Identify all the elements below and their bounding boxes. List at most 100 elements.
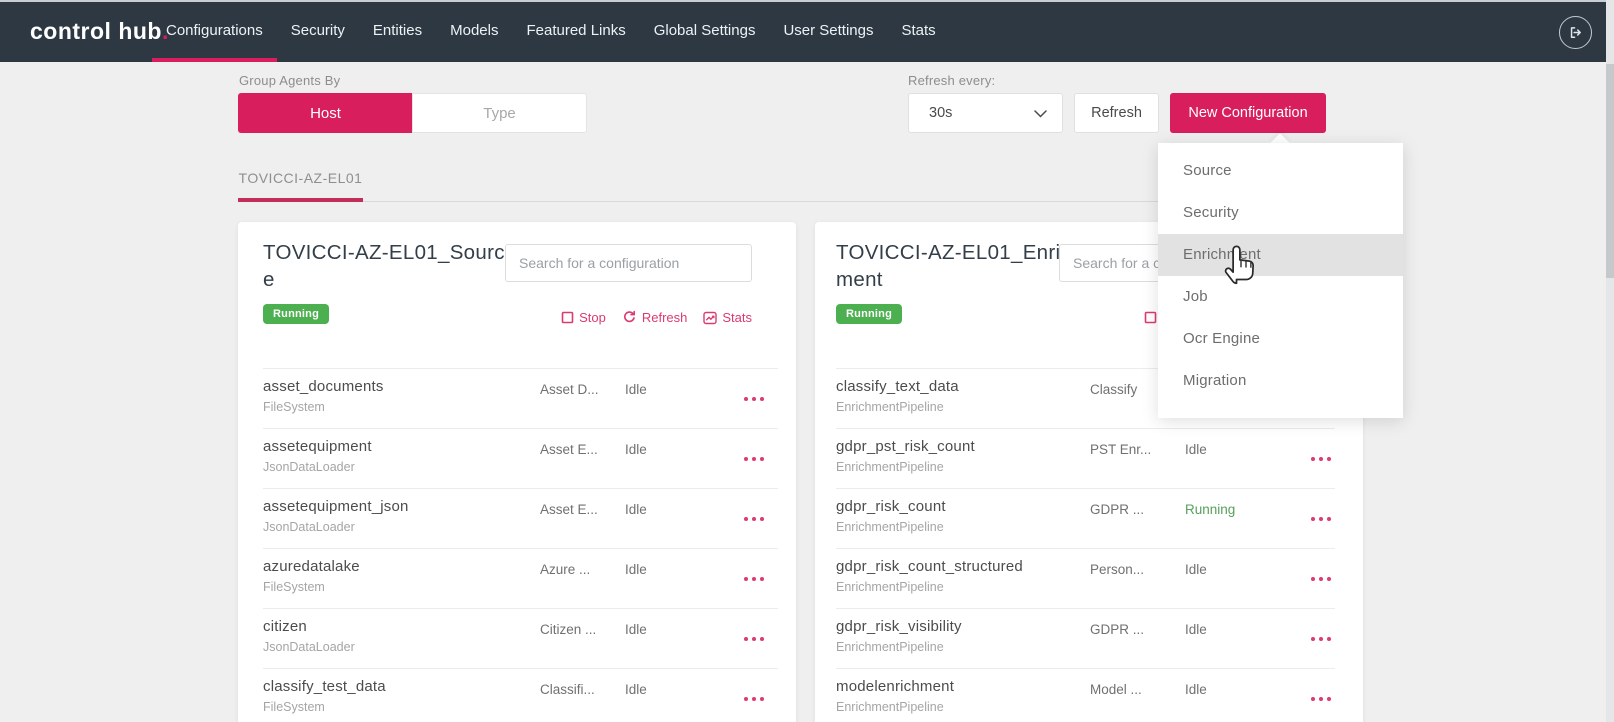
configuration-loader: EnrichmentPipeline [836,580,944,594]
menu-item[interactable]: Job [1158,276,1403,318]
configuration-row: assetequipment_json JsonDataLoader Asset… [263,488,778,548]
nav-item[interactable]: Stats [888,0,950,62]
group-agents-by-label: Group Agents By [239,73,340,88]
browser-edge-strip [0,0,1614,2]
nav-item[interactable]: User Settings [769,0,887,62]
nav-item[interactable]: Security [277,0,359,62]
row-more-button[interactable] [740,573,768,585]
row-more-button[interactable] [1307,633,1335,645]
new-configuration-button[interactable]: New Configuration [1170,93,1326,133]
configuration-type: Asset D... [540,382,599,397]
configuration-loader: EnrichmentPipeline [836,460,944,474]
configuration-type: GDPR ... [1090,622,1144,637]
group-by-host-button[interactable]: Host [238,93,412,133]
configuration-name: assetequipment [263,438,372,455]
stats-chart-icon [703,311,717,325]
refresh-interval-select[interactable]: 30s [908,93,1063,133]
configuration-name: classify_text_data [836,378,959,395]
configuration-name: gdpr_risk_count_structured [836,558,1023,575]
configuration-status: Idle [625,502,647,517]
configuration-status: Idle [1185,562,1207,577]
configuration-loader: FileSystem [263,580,325,594]
menu-item[interactable]: Enrichment [1158,234,1403,276]
configuration-loader: JsonDataLoader [263,460,355,474]
logo-text: control hub [30,18,162,44]
configuration-row: gdpr_pst_risk_count EnrichmentPipeline P… [836,428,1335,488]
row-more-button[interactable] [740,693,768,705]
refresh-interval-value: 30s [929,94,952,132]
row-more-button[interactable] [740,453,768,465]
configuration-status: Idle [1185,682,1207,697]
scrollbar-track[interactable] [1606,0,1614,722]
configuration-status: Idle [1185,622,1207,637]
stop-action[interactable]: Stop [561,310,606,325]
configuration-status: Idle [625,622,647,637]
configuration-name: citizen [263,618,307,635]
scrollbar-thumb[interactable] [1606,64,1614,278]
row-more-button[interactable] [1307,513,1335,525]
card-title: TOVICCI-AZ-EL01_Enrichment [836,239,1088,293]
stats-action-label: Stats [722,310,752,325]
configuration-type: Citizen ... [540,622,596,637]
configuration-row: modelenrichment EnrichmentPipeline Model… [836,668,1335,722]
configuration-loader: EnrichmentPipeline [836,700,944,714]
refresh-every-label: Refresh every: [908,73,995,88]
menu-item[interactable]: Ocr Engine [1158,318,1403,360]
app-logo[interactable]: control hub. [30,0,169,62]
configuration-status: Running [1185,502,1235,517]
source-agent-card: TOVICCI-AZ-EL01_Source Running Stop Refr… [238,222,796,722]
nav-item[interactable]: Configurations [152,0,277,62]
group-by-toggle: Host Type [238,93,587,133]
main-nav: ConfigurationsSecurityEntitiesModelsFeat… [152,0,950,62]
stop-action-label: Stop [579,310,606,325]
configuration-row: classify_test_data FileSystem Classifi..… [263,668,778,722]
nav-item[interactable]: Models [436,0,512,62]
row-more-button[interactable] [740,513,768,525]
configuration-name: assetequipment_json [263,498,409,515]
stats-action[interactable]: Stats [703,310,752,325]
group-by-type-button[interactable]: Type [412,93,587,133]
refresh-button[interactable]: Refresh [1074,93,1159,133]
configuration-type: Classifi... [540,682,595,697]
configuration-name: modelenrichment [836,678,954,695]
configuration-name: gdpr_risk_count [836,498,946,515]
configuration-type: Model ... [1090,682,1142,697]
nav-item[interactable]: Global Settings [640,0,770,62]
configuration-list: asset_documents FileSystem Asset D... Id… [263,368,778,722]
card-actions: Stop Refresh Stats [561,310,752,325]
row-more-button[interactable] [1307,453,1335,465]
logout-button[interactable] [1559,16,1592,49]
refresh-action-label: Refresh [642,310,688,325]
menu-item[interactable]: Migration [1158,360,1403,402]
configuration-row: assetequipment JsonDataLoader Asset E...… [263,428,778,488]
row-more-button[interactable] [740,393,768,405]
configuration-loader: JsonDataLoader [263,640,355,654]
row-more-button[interactable] [740,633,768,645]
configuration-search-input[interactable] [505,244,752,282]
configuration-status: Idle [625,682,647,697]
configuration-loader: EnrichmentPipeline [836,640,944,654]
menu-item[interactable]: Security [1158,192,1403,234]
header: control hub. ConfigurationsSecurityEntit… [0,0,1614,62]
configuration-status: Idle [1185,442,1207,457]
card-title: TOVICCI-AZ-EL01_Source [263,239,515,293]
configuration-loader: FileSystem [263,700,325,714]
configuration-loader: FileSystem [263,400,325,414]
configuration-row: azuredatalake FileSystem Azure ... Idle [263,548,778,608]
configuration-list: classify_text_data EnrichmentPipeline Cl… [836,368,1335,722]
menu-item[interactable]: Source [1158,150,1403,192]
configuration-row: gdpr_risk_count EnrichmentPipeline GDPR … [836,488,1335,548]
refresh-action[interactable]: Refresh [622,310,688,325]
nav-item[interactable]: Featured Links [512,0,639,62]
configuration-name: classify_test_data [263,678,386,695]
refresh-arrow-icon [622,310,637,325]
configuration-row: gdpr_risk_visibility EnrichmentPipeline … [836,608,1335,668]
configuration-row: citizen JsonDataLoader Citizen ... Idle [263,608,778,668]
nav-item[interactable]: Entities [359,0,436,62]
configuration-type: Person... [1090,562,1144,577]
configuration-row: gdpr_risk_count_structured EnrichmentPip… [836,548,1335,608]
row-more-button[interactable] [1307,573,1335,585]
tab-tovicci-az-el01[interactable]: TOVICCI-AZ-EL01 [238,170,363,200]
configuration-loader: EnrichmentPipeline [836,520,944,534]
row-more-button[interactable] [1307,693,1335,705]
